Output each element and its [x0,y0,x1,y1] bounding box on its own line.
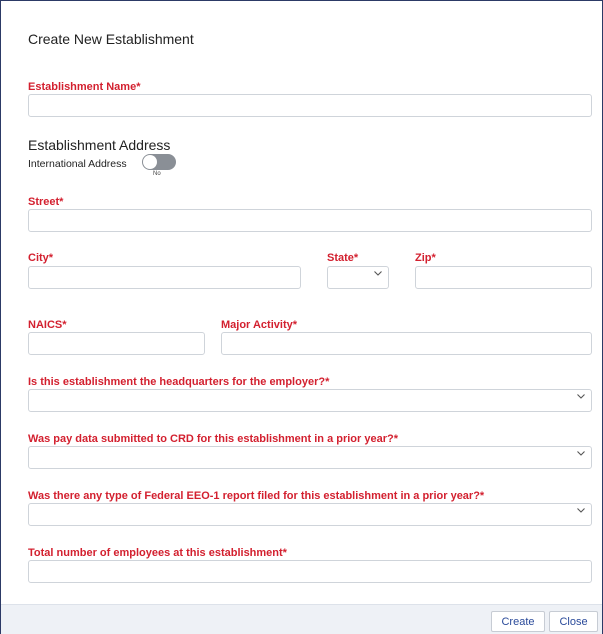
dialog-title: Create New Establishment [28,31,194,47]
naics-input[interactable] [28,332,205,355]
major-activity-label: Major Activity* [221,319,298,331]
headquarters-label: Is this establishment the headquarters f… [28,376,330,388]
chevron-down-icon [577,451,585,456]
international-address-label: International Address [28,158,127,170]
eeo1-label: Was there any type of Federal EEO-1 repo… [28,490,485,502]
establishment-name-input[interactable] [28,94,592,117]
toggle-knob [143,155,157,169]
total-employees-label: Total number of employees at this establ… [28,547,287,559]
chevron-down-icon [374,271,382,276]
total-employees-input[interactable] [28,560,592,583]
zip-input[interactable] [415,266,592,289]
create-button[interactable]: Create [491,611,545,632]
pay-data-label: Was pay data submitted to CRD for this e… [28,433,398,445]
state-label: State* [327,252,359,264]
eeo1-select[interactable] [28,503,592,526]
city-input[interactable] [28,266,301,289]
dialog-footer: Create Close [1,604,602,634]
major-activity-input[interactable] [221,332,592,355]
city-label: City* [28,252,54,264]
zip-label: Zip* [415,252,436,264]
chevron-down-icon [577,394,585,399]
international-address-toggle[interactable] [142,154,176,170]
close-button[interactable]: Close [549,611,598,632]
headquarters-select[interactable] [28,389,592,412]
pay-data-select[interactable] [28,446,592,469]
state-select[interactable] [327,266,389,289]
address-section-heading: Establishment Address [28,137,171,153]
toggle-state-label: No [153,171,161,177]
naics-label: NAICS* [28,319,67,331]
create-establishment-dialog: Create New Establishment Establishment N… [0,0,603,634]
chevron-down-icon [577,508,585,513]
street-label: Street* [28,196,64,208]
establishment-name-label: Establishment Name* [28,81,141,93]
street-input[interactable] [28,209,592,232]
